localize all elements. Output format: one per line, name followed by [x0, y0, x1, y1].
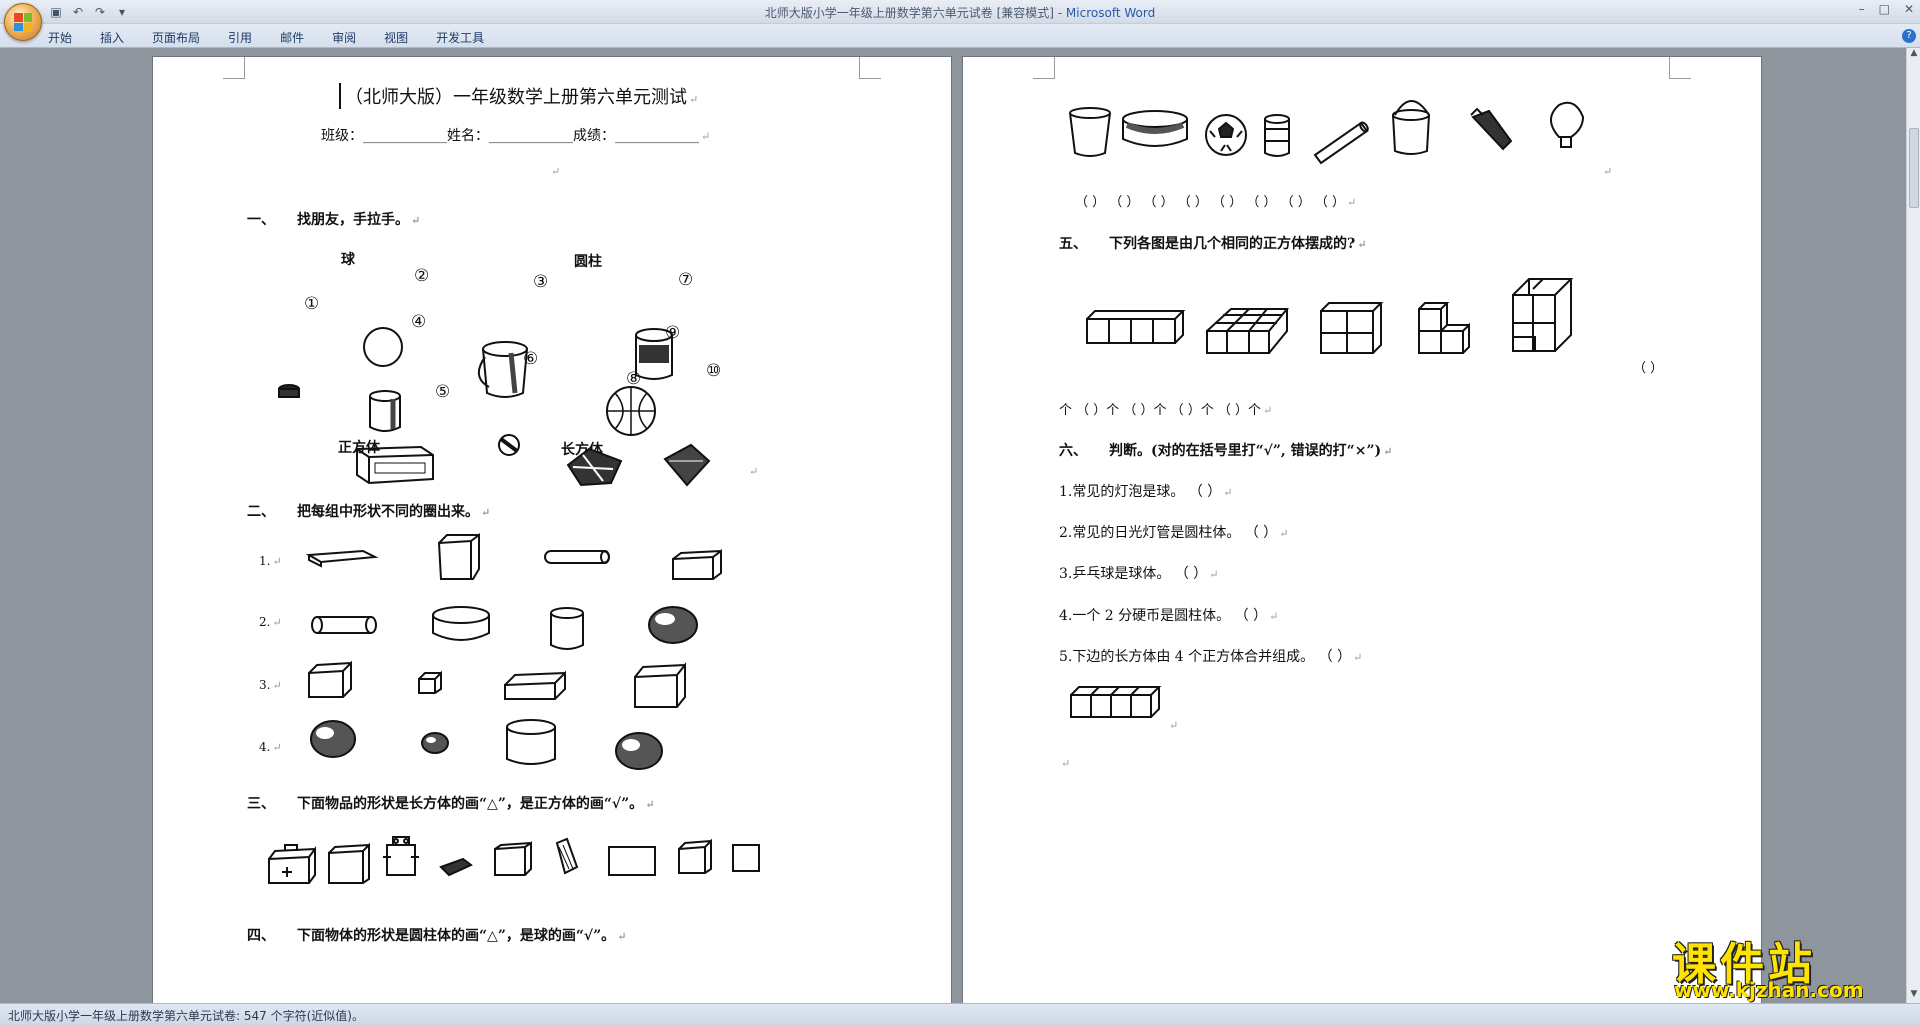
rectangle-drawing: [608, 846, 656, 876]
ribbon-tab-bar: 开始 插入 页面布局 引用 邮件 审阅 视图 开发工具 ?: [0, 24, 1920, 48]
ribbon-tab-6[interactable]: 视图: [384, 29, 408, 46]
ribbon-tab-7[interactable]: 开发工具: [436, 29, 484, 46]
office-button[interactable]: [4, 3, 42, 41]
first-aid-box-drawing: [268, 844, 316, 884]
office-logo-icon: [14, 13, 32, 31]
ribbon-tab-4[interactable]: 邮件: [280, 29, 304, 46]
cube-drawing-2: [494, 841, 532, 876]
eraser-drawing: [439, 857, 473, 877]
ribbon-tab-2[interactable]: 页面布局: [152, 29, 200, 46]
vertical-scrollbar[interactable]: ▲ ▼: [1906, 48, 1920, 1003]
ribbon-tab-3[interactable]: 引用: [228, 29, 252, 46]
status-bar: 北师大版小学一年级上册数学第六单元试卷: 547 个字符(近似值)。: [0, 1003, 1920, 1025]
section-3-objects: [268, 836, 760, 884]
help-icon[interactable]: ?: [1902, 29, 1916, 43]
scrollbar-thumb[interactable]: [1909, 128, 1919, 208]
cube-drawing-3: [678, 838, 712, 874]
kjzhan-watermark-logo: 课件站 www.kjzhan.com: [1660, 928, 1910, 1002]
cube-box-drawing: [328, 842, 370, 884]
ribbon-tab-0[interactable]: 开始: [48, 29, 72, 46]
status-text: 北师大版小学一年级上册数学第六单元试卷: 547 个字符(近似值)。: [8, 1009, 364, 1023]
square-drawing: [732, 844, 760, 872]
ribbon-tab-1[interactable]: 插入: [100, 29, 124, 46]
scroll-up-icon[interactable]: ▲: [1907, 48, 1920, 62]
maximize-icon[interactable]: □: [1879, 2, 1890, 16]
paragraph-mark: ↵: [1169, 719, 1179, 732]
paragraph-mark: ↵: [1061, 757, 1071, 770]
document-page-1: （北师大版）一年级数学上册第六单元测试 ↵ 班级：____________姓名：_…: [152, 56, 952, 1003]
robot-toy-drawing: [383, 836, 419, 876]
four-cube-bar-figure: [1070, 686, 1162, 718]
close-icon[interactable]: ✕: [1904, 2, 1914, 16]
watermark-url: www.kjzhan.com: [1674, 978, 1864, 1002]
window-controls: – □ ✕: [1859, 2, 1914, 16]
title-bar: ▣ ↶ ↷ ▾ 北师大版小学一年级上册数学第六单元试卷 [兼容模式] - Mic…: [0, 0, 1920, 24]
section-4-heading: 四、 下面物体的形状是圆柱体的画“△”，是球的画“√”。 ↵: [247, 928, 627, 944]
document-workspace: （北师大版）一年级数学上册第六单元测试 ↵ 班级：____________姓名：_…: [0, 48, 1906, 1003]
minimize-icon[interactable]: –: [1859, 2, 1865, 16]
ribbon-tab-5[interactable]: 审阅: [332, 29, 356, 46]
window-title: 北师大版小学一年级上册数学第六单元试卷 [兼容模式] - Microsoft W…: [764, 6, 1156, 20]
document-page-2: ↵ （ ） （ ） （ ） （ ） （ ） （ ） （ ） （ ） ↵ 五、 下列各…: [962, 56, 1762, 1003]
book-drawing: [555, 837, 579, 875]
